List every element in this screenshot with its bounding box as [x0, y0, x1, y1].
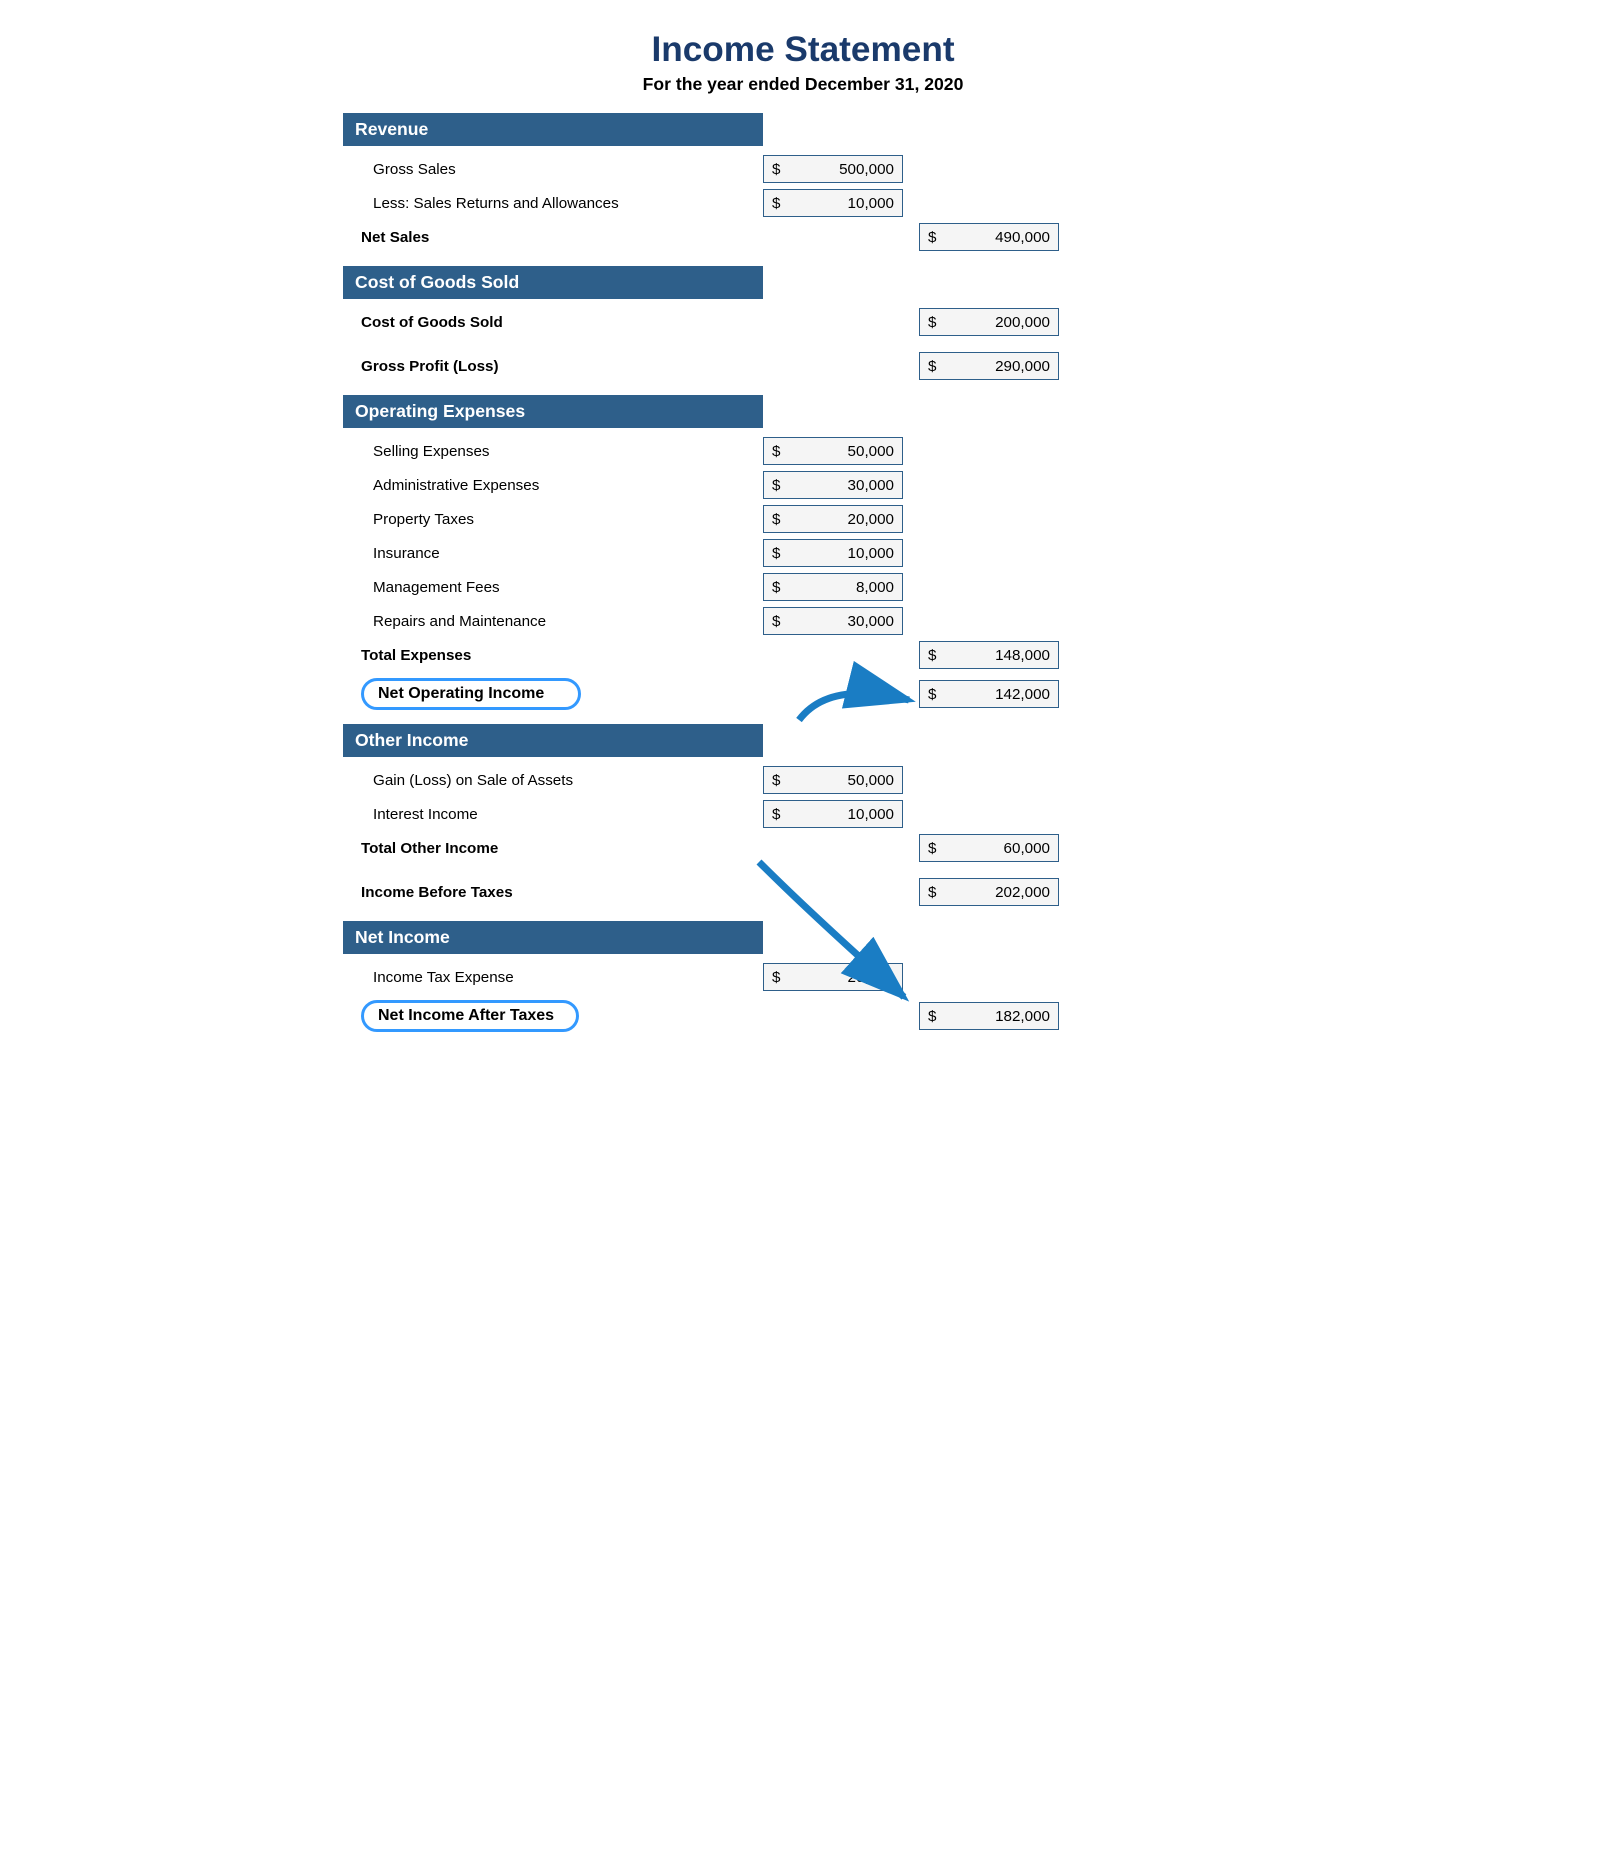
gross-profit-label: Gross Profit (Loss)	[343, 358, 763, 375]
noi-label-container: Net Operating Income	[343, 678, 763, 710]
niat-row: Net Income After Taxes $ 182,000	[343, 1000, 1263, 1032]
selling-expenses-row: Selling Expenses $ 50,000	[343, 436, 1263, 466]
gain-loss-row: Gain (Loss) on Sale of Assets $ 50,000	[343, 765, 1263, 795]
selling-expenses-cell: $ 50,000	[763, 437, 903, 465]
net-income-section-header: Net Income	[343, 921, 763, 954]
total-other-income-label: Total Other Income	[343, 840, 763, 857]
page-title: Income Statement	[343, 30, 1263, 70]
repairs-cell: $ 30,000	[763, 607, 903, 635]
insurance-row: Insurance $ 10,000	[343, 538, 1263, 568]
noi-arrow	[789, 670, 919, 730]
sales-returns-label: Less: Sales Returns and Allowances	[343, 195, 763, 212]
gross-sales-cell: $ 500,000	[763, 155, 903, 183]
net-sales-row: Net Sales $ 490,000	[343, 222, 1263, 252]
repairs-row: Repairs and Maintenance $ 30,000	[343, 606, 1263, 636]
net-sales-label: Net Sales	[343, 229, 763, 246]
gross-sales-label: Gross Sales	[343, 161, 763, 178]
sales-returns-cell: $ 10,000	[763, 189, 903, 217]
property-taxes-cell: $ 20,000	[763, 505, 903, 533]
total-other-income-cell: $ 60,000	[919, 834, 1059, 862]
ibt-cell: $ 202,000	[919, 878, 1059, 906]
total-expenses-cell: $ 148,000	[919, 641, 1059, 669]
admin-expenses-cell: $ 30,000	[763, 471, 903, 499]
management-fees-cell: $ 8,000	[763, 573, 903, 601]
noi-cell: $ 142,000	[919, 680, 1059, 708]
noi-row: Net Operating Income $ 142,000	[343, 678, 1263, 710]
niat-label-container: Net Income After Taxes	[343, 1000, 763, 1032]
net-sales-cell: $ 490,000	[919, 223, 1059, 251]
other-income-section-header: Other Income	[343, 724, 763, 757]
total-expenses-row: Total Expenses $ 148,000	[343, 640, 1263, 670]
gross-sales-row: Gross Sales $ 500,000	[343, 154, 1263, 184]
niat-arrow	[729, 852, 929, 1022]
admin-expenses-row: Administrative Expenses $ 30,000	[343, 470, 1263, 500]
niat-oval-label: Net Income After Taxes	[361, 1000, 579, 1032]
sales-returns-row: Less: Sales Returns and Allowances $ 10,…	[343, 188, 1263, 218]
total-expenses-label: Total Expenses	[343, 647, 763, 664]
management-fees-row: Management Fees $ 8,000	[343, 572, 1263, 602]
gross-profit-row: Gross Profit (Loss) $ 290,000	[343, 351, 1263, 381]
cogs-section-header: Cost of Goods Sold	[343, 266, 763, 299]
cogs-row: Cost of Goods Sold $ 200,000	[343, 307, 1263, 337]
property-taxes-row: Property Taxes $ 20,000	[343, 504, 1263, 534]
page-subtitle: For the year ended December 31, 2020	[343, 74, 1263, 95]
niat-cell: $ 182,000	[919, 1002, 1059, 1030]
gain-loss-cell: $ 50,000	[763, 766, 903, 794]
cogs-label: Cost of Goods Sold	[343, 314, 763, 331]
noi-oval-label: Net Operating Income	[361, 678, 581, 710]
interest-income-row: Interest Income $ 10,000	[343, 799, 1263, 829]
cogs-cell: $ 200,000	[919, 308, 1059, 336]
ibt-label: Income Before Taxes	[343, 884, 763, 901]
revenue-section-header: Revenue	[343, 113, 763, 146]
insurance-cell: $ 10,000	[763, 539, 903, 567]
interest-income-cell: $ 10,000	[763, 800, 903, 828]
gross-profit-cell: $ 290,000	[919, 352, 1059, 380]
opex-section-header: Operating Expenses	[343, 395, 763, 428]
